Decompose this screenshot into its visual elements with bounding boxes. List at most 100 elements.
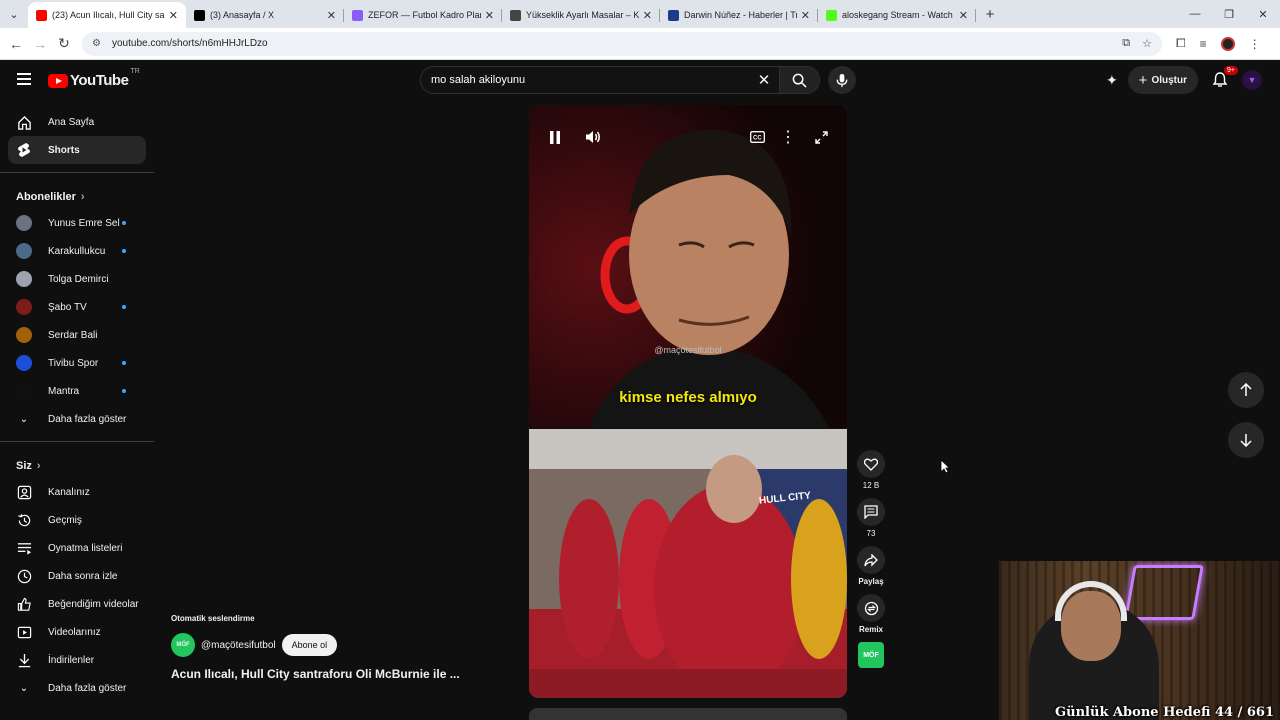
back-button[interactable]: ←: [4, 36, 28, 52]
media-control-icon[interactable]: ≡: [1200, 37, 1207, 51]
sidebar-item-thumb-up[interactable]: Beğendiğim videolar: [0, 590, 146, 618]
close-tab-icon[interactable]: ✕: [801, 9, 810, 22]
chevron-down-icon: ⌄: [19, 413, 29, 425]
profile-avatar[interactable]: [1220, 36, 1235, 51]
like-count: 12 B: [862, 481, 880, 490]
notifications-button[interactable]: 9+: [1208, 66, 1238, 92]
youtube-header: YouTube TR mo salah akiloyunu ✕ ✦ + Oluş…: [0, 60, 1280, 102]
close-tab-icon[interactable]: ✕: [327, 9, 336, 22]
channel-avatar[interactable]: MÖF: [171, 633, 195, 657]
comment-action: 73: [856, 498, 886, 538]
shorts-video-lower-frame: HULL CITY: [529, 429, 847, 698]
fullscreen-icon[interactable]: [811, 127, 831, 147]
restore-button[interactable]: ❐: [1212, 0, 1246, 28]
you-heading[interactable]: Siz ›: [0, 450, 154, 478]
sidebar-subscription-item[interactable]: Karakullukcu: [0, 237, 146, 265]
tab-title: (23) Acun Ilıcalı, Hull City sa: [52, 10, 165, 20]
streamer-webcam: Günlük Abone Hedefi 44 / 661: [999, 561, 1280, 720]
video-frame-top: [529, 105, 847, 428]
create-button[interactable]: + Oluştur: [1127, 66, 1198, 94]
arrow-down-icon: [1240, 434, 1252, 447]
sidebar-item-download[interactable]: İndirilenler: [0, 646, 146, 674]
show-more-subscriptions[interactable]: ⌄ Daha fazla göster: [0, 405, 146, 433]
new-content-dot: [122, 249, 126, 253]
like-button[interactable]: [857, 450, 885, 478]
previous-short-button[interactable]: [1228, 372, 1264, 408]
channel-name[interactable]: @maçötesifutbol: [201, 640, 276, 651]
studio-icon[interactable]: ✦: [1106, 72, 1118, 89]
sidebar-item-playlist[interactable]: Oynatma listeleri: [0, 534, 146, 562]
volume-icon[interactable]: [583, 127, 603, 147]
share-icon: [864, 553, 878, 567]
youtube-logo[interactable]: YouTube TR: [48, 68, 140, 89]
plus-icon: +: [1138, 71, 1148, 89]
sidebar-subscription-item[interactable]: Tolga Demirci: [0, 265, 146, 293]
next-short-preview[interactable]: [529, 708, 847, 720]
close-window-button[interactable]: ✕: [1246, 0, 1280, 28]
subscribe-button[interactable]: Abone ol: [281, 634, 338, 656]
sound-thumbnail[interactable]: MÖF: [858, 642, 884, 668]
like-action: 12 B: [856, 450, 886, 490]
browser-tab[interactable]: (3) Anasayfa / X ✕: [186, 2, 344, 28]
shorts-actions: 12 B 73 Paylaş Remix MÖF: [856, 450, 886, 668]
tab-search-dropdown[interactable]: ⌄: [0, 0, 28, 28]
home-icon: [16, 114, 32, 130]
close-tab-icon[interactable]: ✕: [485, 9, 494, 22]
playlist-icon: [16, 540, 32, 556]
browser-menu-icon[interactable]: ⋮: [1249, 37, 1261, 51]
browser-tab[interactable]: Yükseklik Ayarlı Masalar – Karn ✕: [502, 2, 660, 28]
address-bar[interactable]: ⚙ youtube.com/shorts/n6mHHJrLDzo ⧉ ☆: [82, 31, 1162, 56]
sidebar-subscription-item[interactable]: Serdar Bali: [0, 321, 146, 349]
share-button[interactable]: [857, 546, 885, 574]
sidebar-item-clock[interactable]: Daha sonra izle: [0, 562, 146, 590]
next-short-button[interactable]: [1228, 422, 1264, 458]
shorts-video-player[interactable]: CC ⋮ @maçötesifutbol kimse nefes almıyo: [529, 105, 847, 428]
tab-title: (3) Anasayfa / X: [210, 10, 275, 20]
subscriber-goal-text: Günlük Abone Hedefi 44 / 661: [1055, 705, 1274, 720]
browser-tab[interactable]: Darwin Núñez - Haberler | Trans ✕: [660, 2, 818, 28]
close-tab-icon[interactable]: ✕: [169, 9, 178, 22]
video-icon: [16, 624, 32, 640]
video-title[interactable]: Acun Ilıcalı, Hull City santraforu Oli M…: [171, 667, 501, 681]
close-tab-icon[interactable]: ✕: [959, 9, 968, 22]
browser-tab[interactable]: aloskegang Stream - Watch Live ✕: [818, 2, 976, 28]
captions-icon[interactable]: CC: [747, 127, 767, 147]
account-avatar[interactable]: ▼: [1242, 70, 1262, 90]
sidebar-item-label: Kanalınız: [48, 486, 90, 498]
extensions-icon[interactable]: ⧠: [1176, 36, 1186, 51]
forward-button[interactable]: →: [28, 36, 52, 52]
browser-tab[interactable]: (23) Acun Ilıcalı, Hull City sa ✕: [28, 2, 186, 28]
sidebar-item-label: Beğendiğim videolar: [48, 598, 139, 610]
more-options-icon[interactable]: ⋮: [778, 127, 798, 147]
sidebar-item-history[interactable]: Geçmiş: [0, 506, 146, 534]
search-button[interactable]: [779, 67, 819, 93]
sidebar-item-home[interactable]: Ana Sayfa: [0, 108, 146, 136]
sidebar-subscription-item[interactable]: Mantra: [0, 377, 146, 405]
sidebar-item-video[interactable]: Videolarınız: [0, 618, 146, 646]
subscriptions-heading[interactable]: Abonelikler ›: [0, 181, 154, 209]
show-more-you[interactable]: ⌄ Daha fazla göster: [0, 674, 146, 702]
sidebar-subscription-item[interactable]: Yunus Emre Sel: [0, 209, 146, 237]
sidebar-item-person-box[interactable]: Kanalınız: [0, 478, 146, 506]
browser-tab[interactable]: ZEFOR — Futbol Kadro Planlam ✕: [344, 2, 502, 28]
comments-button[interactable]: [857, 498, 885, 526]
sidebar-subscription-item[interactable]: Şabo TV: [0, 293, 146, 321]
chevron-right-icon: ›: [36, 460, 41, 472]
remix-action: Remix: [856, 594, 886, 634]
install-app-icon[interactable]: ⧉: [1122, 37, 1130, 50]
bookmark-star-icon[interactable]: ☆: [1142, 37, 1152, 50]
search-input[interactable]: mo salah akiloyunu: [421, 74, 749, 86]
reload-button[interactable]: ↻: [52, 35, 76, 52]
close-tab-icon[interactable]: ✕: [643, 9, 652, 22]
clear-search-icon[interactable]: ✕: [749, 71, 779, 89]
minimize-button[interactable]: —: [1178, 0, 1212, 28]
voice-search-button[interactable]: [828, 66, 856, 94]
pause-icon[interactable]: [545, 127, 565, 147]
sidebar-subscription-item[interactable]: Tivibu Spor: [0, 349, 146, 377]
sidebar-item-shorts[interactable]: Shorts: [8, 136, 146, 164]
site-info-icon[interactable]: ⚙: [92, 38, 104, 50]
new-tab-button[interactable]: +: [976, 0, 1004, 28]
remix-button[interactable]: [857, 594, 885, 622]
sidebar-item-label: Tivibu Spor: [48, 357, 99, 369]
menu-icon[interactable]: [17, 73, 31, 85]
